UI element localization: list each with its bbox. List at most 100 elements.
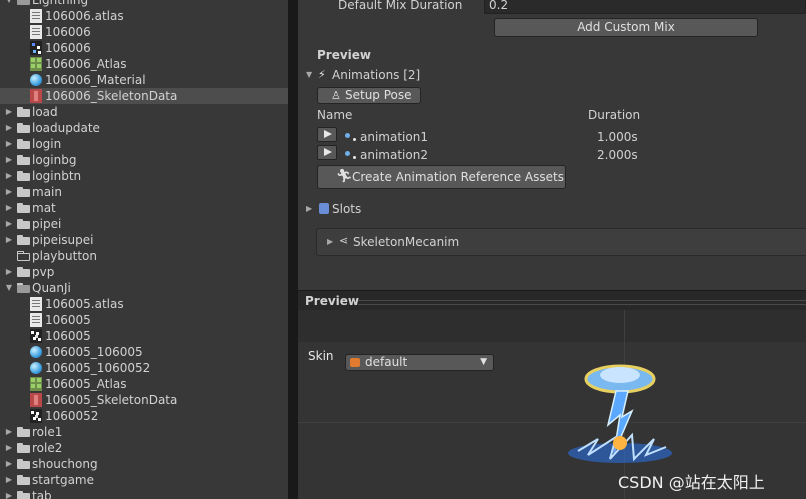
foldout-arrow-icon[interactable]: ▶: [4, 440, 14, 456]
foldout-arrow-icon[interactable]: ▶: [4, 136, 14, 152]
item-label: 106006_SkeletonData: [45, 89, 178, 103]
asset-item[interactable]: 106006: [0, 24, 288, 40]
texture-icon: [30, 41, 42, 55]
asset-item[interactable]: 106006_SkeletonData: [0, 88, 288, 104]
header-grip[interactable]: [358, 300, 806, 305]
foldout-arrow-icon[interactable]: ▶: [4, 424, 14, 440]
panel-divider[interactable]: [288, 0, 298, 499]
asset-item[interactable]: 106005: [0, 312, 288, 328]
folder-icon: [17, 427, 30, 437]
foldout-arrow-icon[interactable]: ▼: [4, 280, 14, 296]
foldout-arrow-icon[interactable]: ▶: [327, 237, 333, 246]
chevron-down-icon: ▼: [480, 357, 487, 367]
item-label: playbutton: [32, 249, 97, 263]
item-label: 106006: [45, 25, 91, 39]
folder-icon: [17, 491, 30, 499]
folder-item[interactable]: ▶ startgame: [0, 472, 288, 488]
foldout-arrow-icon[interactable]: ▶: [4, 472, 14, 488]
grid-line: [298, 422, 806, 423]
folder-item[interactable]: ▶ tab: [0, 488, 288, 499]
item-label: 1060052: [45, 409, 99, 423]
foldout-arrow-icon[interactable]: ▶: [4, 456, 14, 472]
item-label: 106005_SkeletonData: [45, 393, 178, 407]
folder-item[interactable]: ▶ role1: [0, 424, 288, 440]
item-label: 106005: [45, 329, 91, 343]
asset-item[interactable]: 106005_Atlas: [0, 376, 288, 392]
foldout-arrow-icon[interactable]: ▶: [306, 204, 312, 213]
folder-item[interactable]: ▶ loginbg: [0, 152, 288, 168]
foldout-arrow-icon[interactable]: ▶: [4, 264, 14, 280]
foldout-arrow-icon[interactable]: ▶: [4, 120, 14, 136]
animation-clip-icon: ⚡: [318, 68, 326, 81]
foldout-arrow-icon[interactable]: ▼: [4, 0, 14, 8]
asset-item[interactable]: 106005_SkeletonData: [0, 392, 288, 408]
material-icon: [30, 74, 42, 86]
asset-item[interactable]: 106006_Atlas: [0, 56, 288, 72]
item-label: role1: [32, 425, 63, 439]
play-animation1-button[interactable]: [317, 127, 337, 142]
foldout-arrow-icon[interactable]: ▶: [4, 216, 14, 232]
asset-item[interactable]: 106005.atlas: [0, 296, 288, 312]
folder-icon: [17, 171, 30, 181]
folder-item[interactable]: ▶ login: [0, 136, 288, 152]
folder-item[interactable]: ▼ Lightning: [0, 0, 288, 8]
skin-dropdown[interactable]: default ▼: [345, 354, 494, 371]
item-label: login: [32, 137, 62, 151]
asset-item[interactable]: 106005_106005: [0, 344, 288, 360]
folder-item[interactable]: ▼ QuanJi: [0, 280, 288, 296]
asset-item[interactable]: 106005_1060052: [0, 360, 288, 376]
foldout-arrow-icon[interactable]: ▶: [4, 232, 14, 248]
folder-icon: [17, 235, 30, 245]
viewport-top-band: [298, 310, 806, 342]
folder-item[interactable]: ▶ pvp: [0, 264, 288, 280]
folder-item[interactable]: ▶ role2: [0, 440, 288, 456]
document-icon: [30, 9, 42, 23]
foldout-arrow-icon[interactable]: ▶: [4, 200, 14, 216]
foldout-arrow-icon[interactable]: ▼: [306, 70, 312, 79]
add-custom-mix-button[interactable]: Add Custom Mix: [494, 18, 758, 37]
item-label: loadupdate: [32, 121, 100, 135]
folder-item[interactable]: ▶ loginbtn: [0, 168, 288, 184]
item-label: QuanJi: [32, 281, 71, 295]
item-label: loginbtn: [32, 169, 82, 183]
slots-foldout[interactable]: Slots: [332, 202, 361, 216]
mecanim-foldout-box[interactable]: ▶ ⋖ SkeletonMecanim: [316, 228, 806, 256]
default-mix-field[interactable]: 0.2: [484, 0, 806, 14]
setup-pose-button[interactable]: ♙ Setup Pose: [317, 87, 421, 104]
item-label: 106006: [45, 41, 91, 55]
item-label: 106005: [45, 313, 91, 327]
folder-item[interactable]: playbutton: [0, 248, 288, 264]
asset-item[interactable]: 1060052: [0, 408, 288, 424]
folder-item[interactable]: ▶ shouchong: [0, 456, 288, 472]
folder-item[interactable]: ▶ mat: [0, 200, 288, 216]
folder-item[interactable]: ▶ pipei: [0, 216, 288, 232]
pose-icon: ♙: [331, 89, 341, 102]
lightning-effect-sprite: [568, 364, 672, 463]
foldout-arrow-icon[interactable]: ▶: [4, 488, 14, 499]
foldout-arrow-icon[interactable]: ▶: [4, 168, 14, 184]
asset-item[interactable]: 106005: [0, 328, 288, 344]
folder-icon: [17, 187, 30, 197]
preview-window-title: Preview: [305, 294, 360, 308]
folder-icon: [17, 219, 30, 229]
folder-item[interactable]: ▶ pipeisupei: [0, 232, 288, 248]
foldout-arrow-icon[interactable]: ▶: [4, 184, 14, 200]
folder-icon: [17, 107, 30, 117]
inspector-panel: Default Mix Duration 0.2 Add Custom Mix …: [298, 0, 806, 499]
folder-item[interactable]: ▶ main: [0, 184, 288, 200]
preview-viewport[interactable]: Skin default ▼ CSDN @站在太阳上: [298, 310, 806, 499]
atlas-icon: [30, 57, 42, 71]
asset-item[interactable]: 106006.atlas: [0, 8, 288, 24]
animations-foldout[interactable]: Animations [2]: [332, 68, 420, 82]
skin-label: Skin: [308, 349, 334, 363]
skeleton-data-icon: [30, 393, 42, 407]
folder-item[interactable]: ▶ loadupdate: [0, 120, 288, 136]
play-animation2-button[interactable]: [317, 145, 337, 160]
create-animation-reference-assets-button[interactable]: 🏃︎ Create Animation Reference Assets: [317, 165, 566, 189]
folder-item[interactable]: ▶ load: [0, 104, 288, 120]
asset-item[interactable]: 106006: [0, 40, 288, 56]
foldout-arrow-icon[interactable]: ▶: [4, 104, 14, 120]
asset-item[interactable]: 106006_Material: [0, 72, 288, 88]
material-icon: [30, 346, 42, 358]
foldout-arrow-icon[interactable]: ▶: [4, 152, 14, 168]
